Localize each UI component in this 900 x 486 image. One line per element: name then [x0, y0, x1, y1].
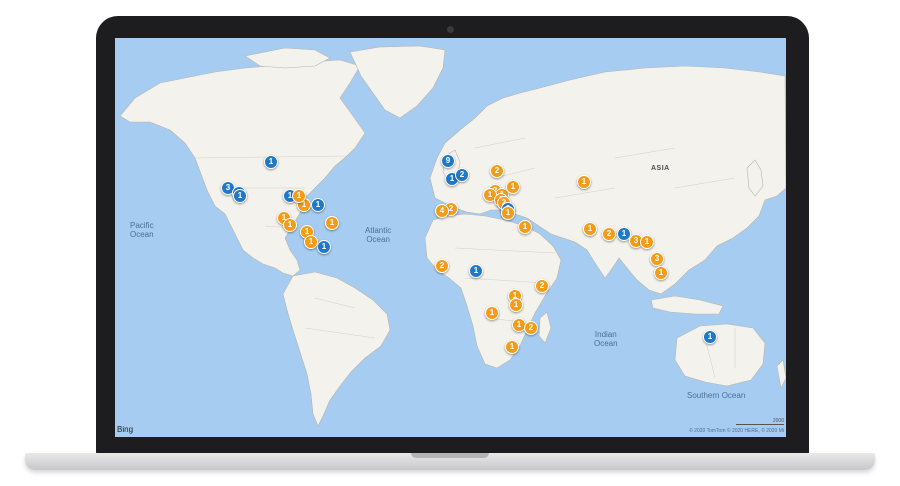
- location-marker[interactable]: 1: [283, 218, 297, 232]
- new-zealand-land: [776, 359, 786, 389]
- laptop-base-notch: [411, 453, 489, 458]
- map-view[interactable]: Pacific Ocean Atlantic Ocean Indian Ocean S…: [115, 38, 786, 437]
- location-marker[interactable]: 1: [292, 189, 306, 203]
- laptop-base: [25, 453, 875, 470]
- atlantic-ocean-label: Atlantic Ocean: [365, 226, 392, 244]
- location-marker[interactable]: 2: [535, 279, 549, 293]
- australia-land: [674, 323, 766, 387]
- location-marker[interactable]: 9: [441, 154, 455, 168]
- location-marker[interactable]: 1: [509, 298, 523, 312]
- pacific-ocean-label: Pacific Ocean: [130, 221, 154, 239]
- location-marker[interactable]: 1: [233, 189, 247, 203]
- location-marker[interactable]: 1: [506, 180, 520, 194]
- location-marker[interactable]: 1: [577, 175, 591, 189]
- location-marker[interactable]: 1: [640, 235, 654, 249]
- location-marker[interactable]: 2: [524, 321, 538, 335]
- location-marker[interactable]: 2: [602, 227, 616, 241]
- asia-label: ASIA: [651, 165, 670, 172]
- indian-ocean-label: Indian Ocean: [594, 330, 618, 348]
- greenland-land: [349, 45, 446, 119]
- location-marker[interactable]: 1: [325, 216, 339, 230]
- location-marker[interactable]: 1: [501, 206, 515, 220]
- indonesia-land: [650, 295, 724, 315]
- madagascar-land: [538, 311, 552, 344]
- location-marker[interactable]: 1: [518, 220, 532, 234]
- world-map[interactable]: [115, 38, 786, 437]
- location-marker[interactable]: 2: [490, 164, 504, 178]
- location-marker[interactable]: 2: [435, 259, 449, 273]
- location-marker[interactable]: 1: [264, 155, 278, 169]
- location-marker[interactable]: 1: [583, 222, 597, 236]
- map-copyright: © 2020 TomTom © 2020 HERE, © 2020 Mi: [689, 428, 784, 434]
- location-marker[interactable]: 4: [435, 204, 449, 218]
- scale-bar: 2000: [736, 418, 784, 425]
- location-marker[interactable]: 1: [505, 340, 519, 354]
- location-marker[interactable]: 1: [469, 264, 483, 278]
- bing-logo[interactable]: Bing: [117, 425, 133, 434]
- southern-ocean-label: Southern Ocean: [687, 391, 746, 400]
- south-america-land: [282, 271, 391, 427]
- location-marker[interactable]: 2: [455, 168, 469, 182]
- location-marker[interactable]: 1: [485, 306, 499, 320]
- location-marker[interactable]: 1: [654, 266, 668, 280]
- arctic-islands-land: [244, 47, 331, 69]
- webcam: [447, 26, 454, 33]
- location-marker[interactable]: 1: [311, 198, 325, 212]
- location-marker[interactable]: 3: [650, 252, 664, 266]
- location-marker[interactable]: 1: [317, 240, 331, 254]
- location-marker[interactable]: 1: [703, 330, 717, 344]
- location-marker[interactable]: 1: [304, 235, 318, 249]
